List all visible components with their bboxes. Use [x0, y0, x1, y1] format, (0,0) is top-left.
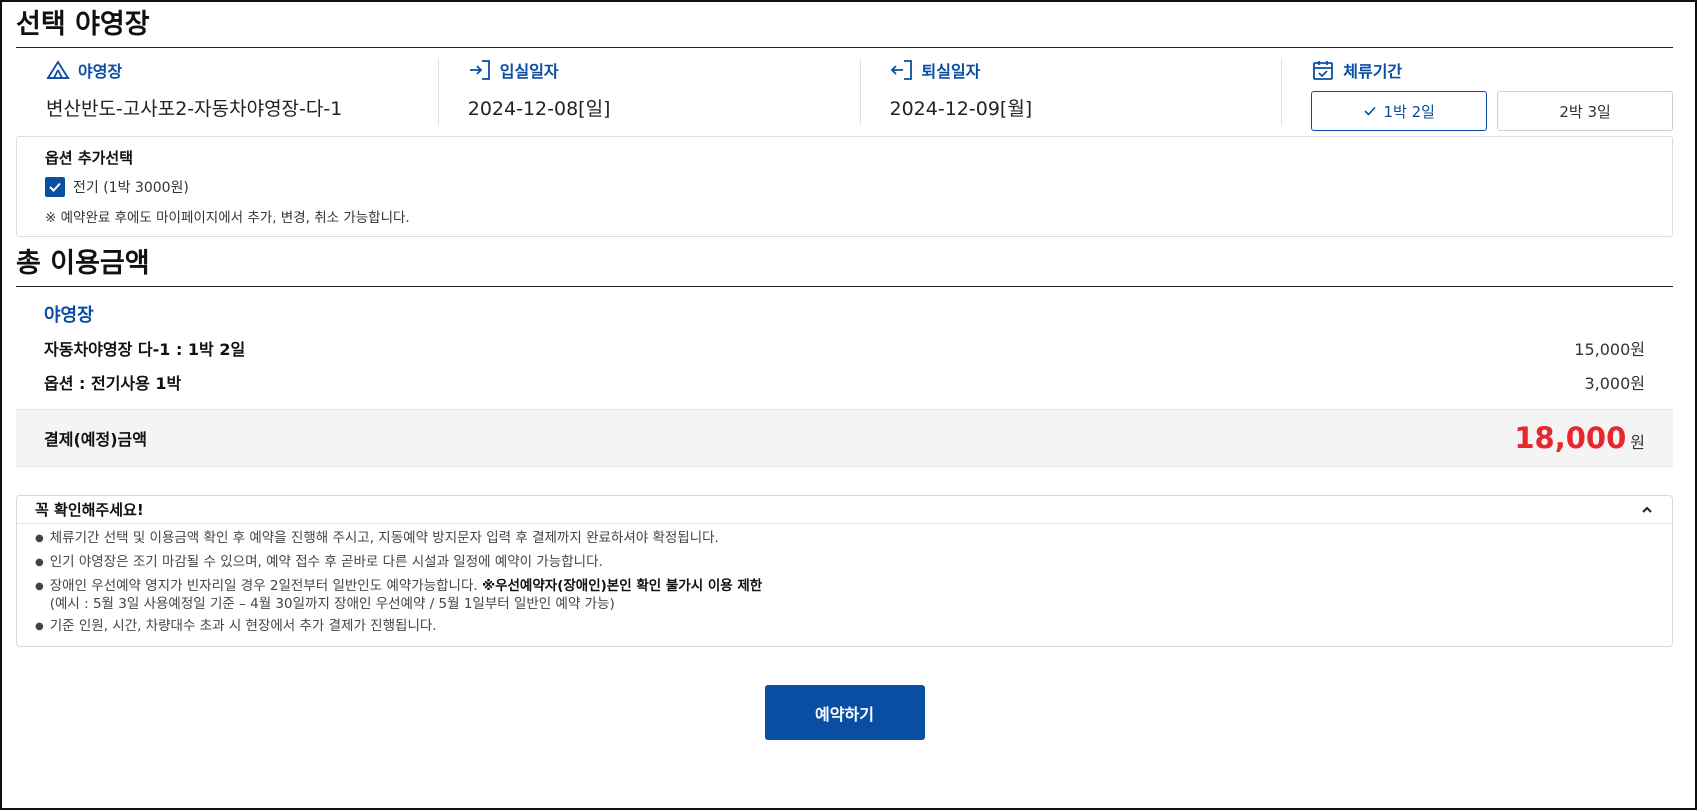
- reserve-button[interactable]: 예약하기: [764, 685, 925, 740]
- checkout-info: 퇴실일자 2024-12-09[월]: [859, 48, 1282, 136]
- total-line-campsite: 자동차야영장 다-1 : 1박 2일 15,000원: [44, 340, 1645, 359]
- checkout-value: 2024-12-09[월]: [889, 98, 1033, 120]
- payment-amount: 18,000: [1514, 421, 1627, 455]
- checkin-info: 입실일자 2024-12-08[일]: [437, 48, 860, 136]
- bullet-icon: ●: [35, 533, 44, 544]
- campsite-value: 변산반도-고사포2-자동차야영장-다-1: [46, 98, 343, 120]
- notice-item: ● 체류기간 선택 및 이용금액 확인 후 예약을 진행해 주시고, 지동예약 …: [35, 528, 1654, 550]
- stay-period-info: 체류기간 1박 2일 2박 3일: [1281, 48, 1673, 136]
- notice-header[interactable]: 꼭 확인해주세요!: [17, 496, 1672, 524]
- check-icon: [1364, 106, 1377, 116]
- check-icon: [49, 182, 61, 192]
- notice-item: ● 장애인 우선예약 영지가 빈자리일 경우 2일전부터 일반인도 예약가능합니…: [35, 578, 763, 612]
- calendar-check-icon: [1313, 61, 1334, 80]
- stay-period-label: 체류기간: [1343, 62, 1403, 81]
- bullet-icon: ●: [35, 581, 44, 592]
- electric-option: 전기 (1박 3000원): [45, 177, 1644, 197]
- payment-label: 결제(예정)금액: [44, 430, 147, 449]
- notice-item: ● 기준 인원, 시간, 차량대수 초과 시 현장에서 추가 결제가 진행됩니다…: [35, 616, 1654, 638]
- notice-box: 꼭 확인해주세요! ● 체류기간 선택 및 이용금액 확인 후 예약을 진행해 …: [16, 495, 1673, 647]
- total-breakdown: 야영장 자동차야영장 다-1 : 1박 2일 15,000원 옵션 : 전기사용…: [16, 287, 1673, 399]
- checkin-value: 2024-12-08[일]: [467, 98, 611, 120]
- notice-body: ● 체류기간 선택 및 이용금액 확인 후 예약을 진행해 주시고, 지동예약 …: [17, 524, 1672, 646]
- bullet-icon: ●: [35, 621, 44, 632]
- payment-row: 결제(예정)금액 18,000 원: [16, 409, 1673, 467]
- payment-unit: 원: [1630, 433, 1645, 452]
- campsite-info-row: 야영장 변산반도-고사포2-자동차야영장-다-1 입실일자 2024-12-08…: [16, 48, 1673, 136]
- chevron-up-icon[interactable]: [1640, 503, 1654, 517]
- checkin-icon: [469, 60, 490, 80]
- option-title: 옵션 추가선택: [45, 149, 134, 167]
- checkout-icon: [890, 60, 912, 80]
- notice-item: ● 인기 야영장은 조기 마감될 수 있으며, 예약 접수 후 곧바로 다른 시…: [35, 552, 1654, 574]
- notice-title: 꼭 확인해주세요!: [35, 501, 144, 519]
- checkin-label: 입실일자: [499, 62, 559, 81]
- total-line-option: 옵션 : 전기사용 1박 3,000원: [44, 374, 1645, 393]
- option-box: 옵션 추가선택 전기 (1박 3000원) ※ 예약완료 후에도 마이페이지에서…: [16, 136, 1673, 237]
- stay-period-options: 1박 2일 2박 3일: [1311, 91, 1673, 131]
- campsite-label: 야영장: [78, 62, 123, 81]
- reservation-panel: 선택 야영장 야영장 변산반도-고사포2-자동차야영장-다-1 입실일자 202…: [0, 0, 1697, 810]
- stay-option-2n3d[interactable]: 2박 3일: [1497, 91, 1673, 131]
- electric-option-label[interactable]: 전기 (1박 3000원): [73, 177, 189, 197]
- total-amount-title: 총 이용금액: [16, 241, 1673, 287]
- checkout-label: 퇴실일자: [921, 62, 981, 81]
- total-category: 야영장: [44, 305, 94, 326]
- bullet-icon: ●: [35, 557, 44, 568]
- stay-option-1n2d[interactable]: 1박 2일: [1311, 91, 1488, 131]
- tent-icon: [46, 60, 70, 79]
- option-note: ※ 예약완료 후에도 마이페이지에서 추가, 변경, 취소 가능합니다.: [45, 210, 410, 226]
- electric-checkbox[interactable]: [45, 177, 65, 197]
- selected-campsite-title: 선택 야영장: [16, 2, 1673, 48]
- campsite-info: 야영장 변산반도-고사포2-자동차야영장-다-1: [16, 48, 438, 136]
